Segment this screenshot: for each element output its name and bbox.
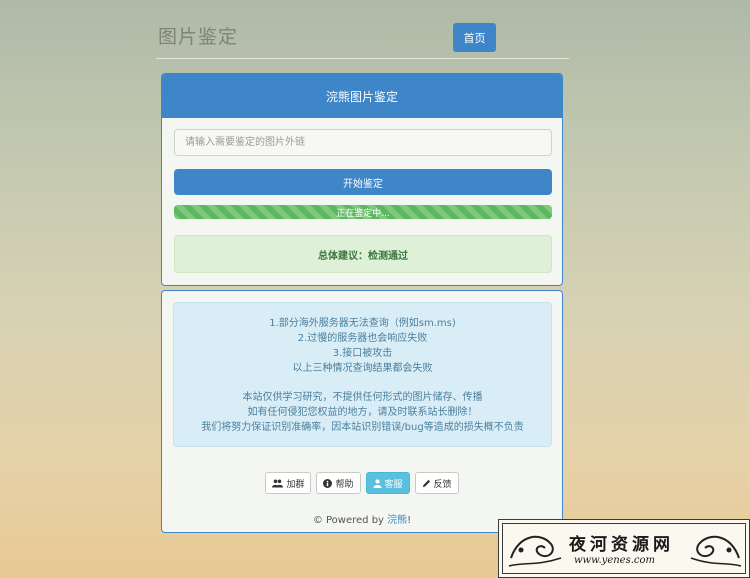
notice-line: 3.接口被攻击 (332, 348, 393, 359)
help-button[interactable]: 帮助 (316, 472, 361, 494)
checker-title: 浣熊图片鉴定 (162, 74, 562, 118)
action-buttons: 加群 帮助 客服 反馈 (162, 472, 562, 494)
customer-service-button[interactable]: 客服 (365, 472, 410, 494)
notice-box: 1.部分海外服务器无法查询（例如sm.ms) 2.过慢的服务器也会响应失败 3.… (173, 302, 552, 447)
watermark-title: 夜河资源网 (569, 535, 674, 555)
pencil-icon (422, 479, 431, 488)
result-alert: 总体建议：检测通过 (174, 235, 552, 273)
join-group-button[interactable]: 加群 (265, 472, 312, 494)
users-icon (272, 479, 284, 488)
join-group-label: 加群 (286, 479, 305, 490)
user-icon (372, 478, 382, 488)
notice-line: 如有任何侵犯您权益的地方，请及时联系站长删除！ (247, 407, 478, 418)
feedback-button[interactable]: 反馈 (414, 472, 459, 494)
notice-line: 1.部分海外服务器无法查询（例如sm.ms) (269, 318, 456, 329)
top-navbar: 图片鉴定 首页 (156, 18, 569, 59)
ornament-left-icon (508, 535, 562, 567)
feedback-label: 反馈 (433, 479, 452, 490)
customer-service-label: 客服 (384, 479, 403, 490)
check-progress-bar: 正在鉴定中... (174, 205, 552, 219)
notice-line: 我们将努力保证识别准确率，因本站识别错误/bug等造成的损失概不负责 (201, 422, 524, 433)
start-check-button[interactable]: 开始鉴定 (174, 169, 552, 195)
notice-panel: 1.部分海外服务器无法查询（例如sm.ms) 2.过慢的服务器也会响应失败 3.… (161, 290, 563, 533)
notice-line: 2.过慢的服务器也会响应失败 (297, 333, 428, 344)
watermark-url: www.yenes.com (574, 555, 656, 566)
info-circle-icon (323, 478, 333, 488)
checker-panel: 浣熊图片鉴定 开始鉴定 正在鉴定中... 总体建议：检测通过 (161, 73, 563, 286)
watermark-logo: 夜河资源网 www.yenes.com (498, 519, 750, 578)
footer-prefix: © Powered by (312, 515, 388, 526)
image-url-input[interactable] (174, 129, 552, 156)
site-brand[interactable]: 图片鉴定 (158, 22, 238, 49)
help-label: 帮助 (335, 479, 354, 490)
author-link[interactable]: 浣熊 (387, 515, 407, 526)
notice-line: 以上三种情况查询结果都会失败 (292, 363, 433, 374)
footer-suffix: ! (407, 515, 412, 526)
notice-line: 本站仅供学习研究，不提供任何形式的图片储存、传播 (242, 392, 483, 403)
ornament-right-icon (690, 535, 742, 567)
home-button[interactable]: 首页 (453, 23, 496, 52)
